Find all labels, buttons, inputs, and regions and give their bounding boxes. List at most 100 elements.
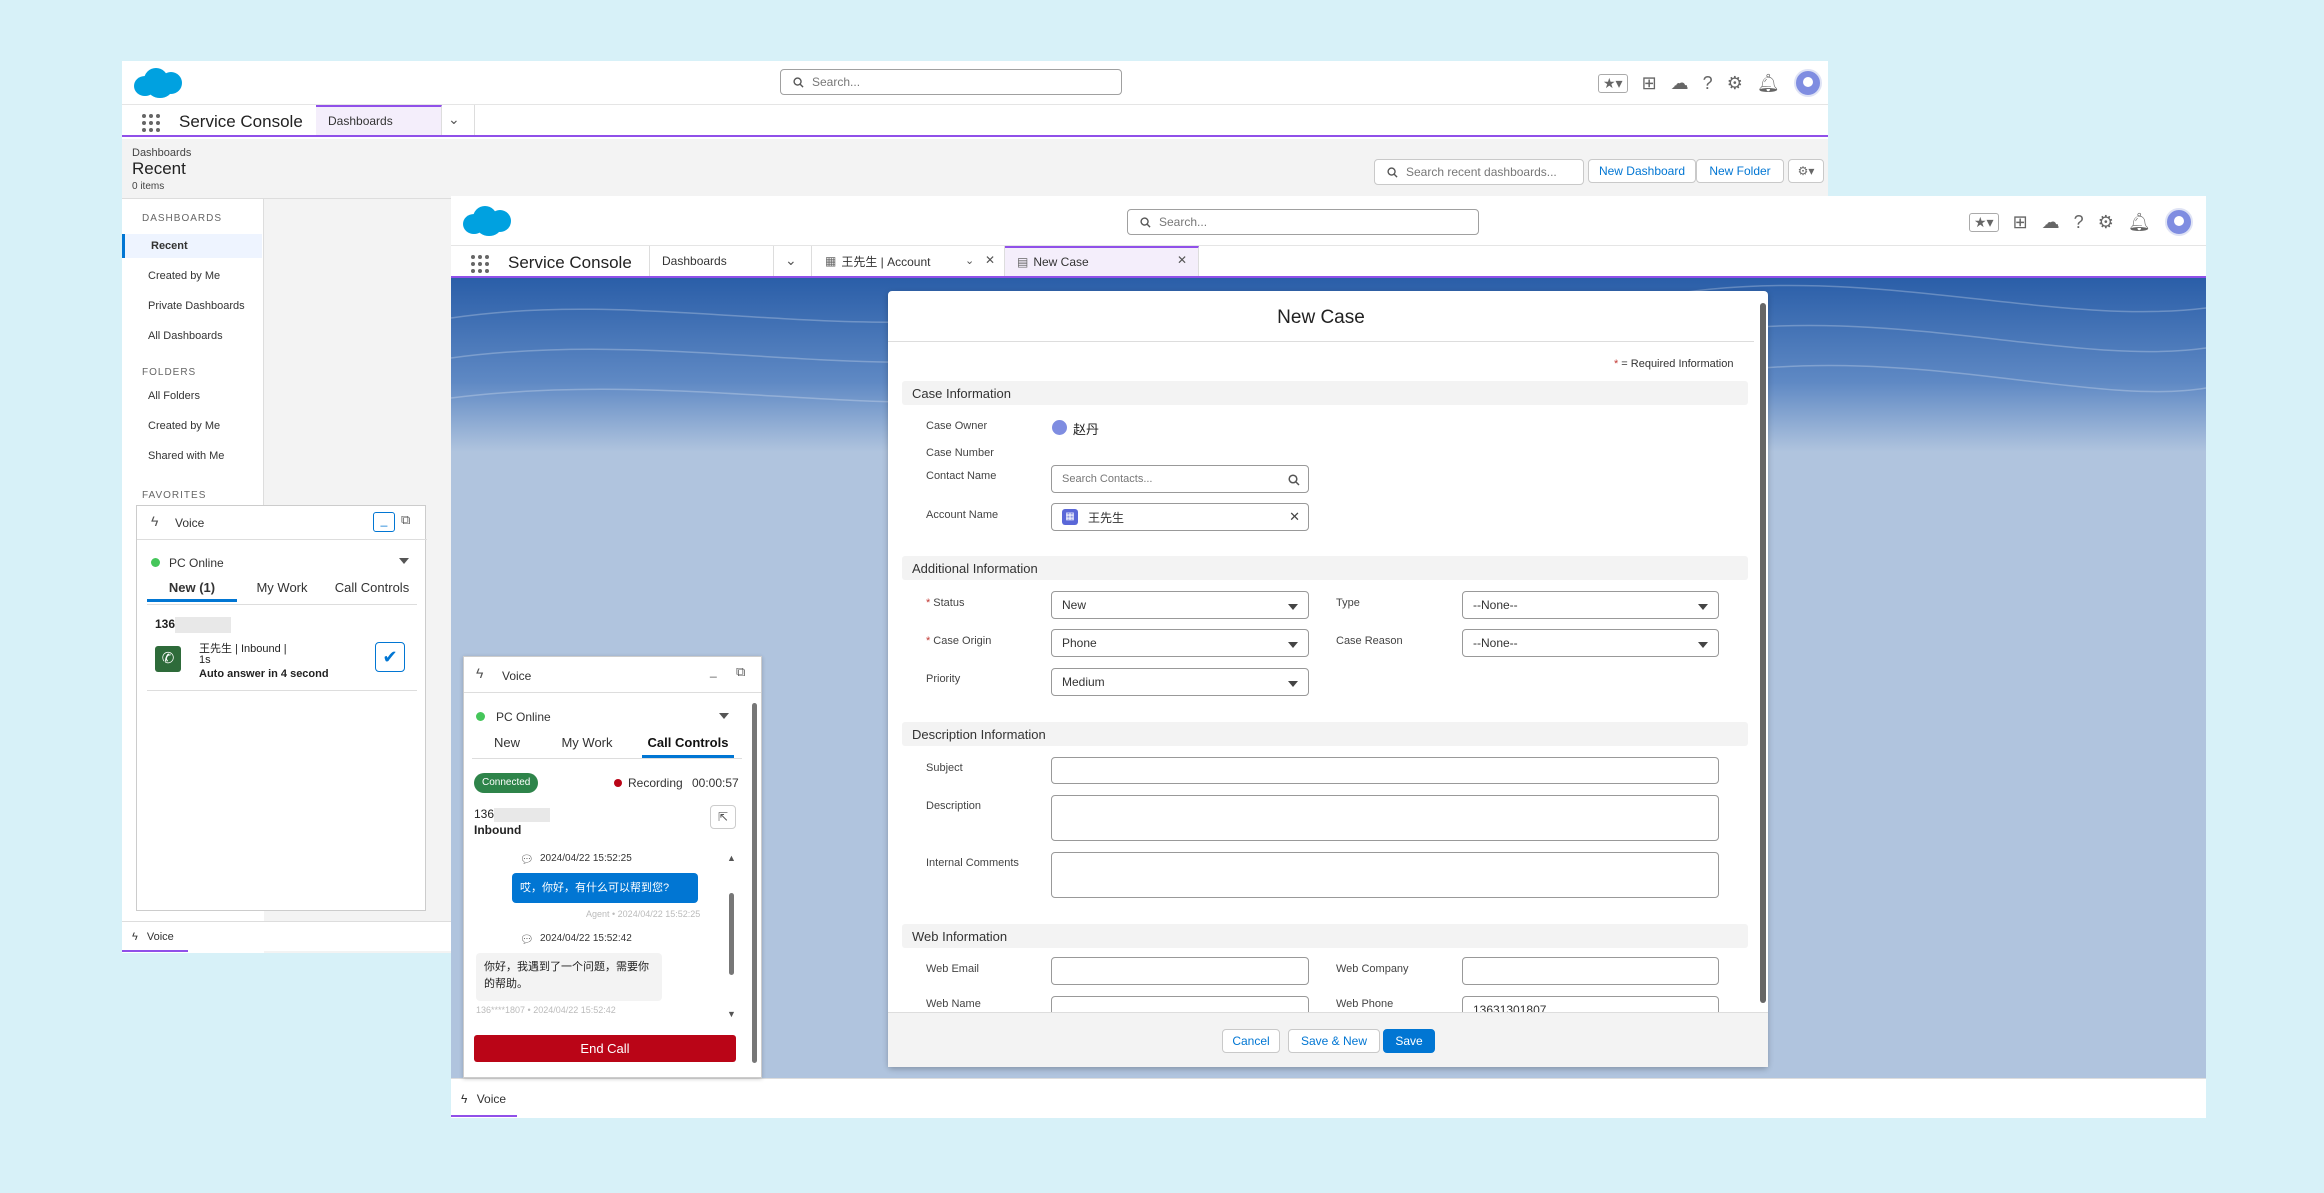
modal-title: New Case bbox=[1277, 307, 1365, 328]
popout-icon[interactable]: ⧉ bbox=[401, 512, 410, 528]
trailhead-icon[interactable]: ☁ bbox=[1671, 73, 1689, 94]
transfer-button[interactable]: ⇱ bbox=[710, 805, 736, 829]
new-folder-button[interactable]: New Folder bbox=[1696, 159, 1784, 183]
contact-search-input[interactable]: Search Contacts... bbox=[1051, 465, 1309, 493]
breadcrumb[interactable]: Dashboards bbox=[132, 147, 191, 159]
tab-account[interactable]: ▦ 王先生 | Account bbox=[813, 246, 1005, 276]
tab-my-work[interactable]: My Work bbox=[542, 735, 632, 750]
tab-new[interactable]: New (1) bbox=[147, 580, 237, 602]
tab-dashboards[interactable]: Dashboards bbox=[650, 246, 774, 276]
back-nav-bar: Service Console Dashboards ⌄ bbox=[122, 105, 1828, 137]
section-additional-information[interactable]: Additional Information bbox=[902, 556, 1748, 580]
user-avatar[interactable] bbox=[1793, 69, 1822, 97]
case-reason-select[interactable]: --None-- bbox=[1462, 629, 1719, 657]
tab-new-case[interactable]: ▤ New Case bbox=[1005, 246, 1199, 276]
app-launcher-icon[interactable] bbox=[471, 255, 489, 273]
help-icon[interactable]: ? bbox=[2074, 212, 2084, 233]
priority-select[interactable]: Medium bbox=[1051, 668, 1309, 696]
clear-icon[interactable]: ✕ bbox=[1289, 509, 1300, 525]
favorites-star-icon[interactable]: ★▾ bbox=[1598, 73, 1628, 93]
sidebar-item-all-folders[interactable]: All Folders bbox=[122, 384, 262, 408]
new-dashboard-button[interactable]: New Dashboard bbox=[1588, 159, 1696, 183]
settings-gear-button[interactable]: ⚙▾ bbox=[1788, 159, 1824, 183]
popout-icon[interactable]: ⧉ bbox=[736, 664, 745, 680]
case-owner-value[interactable]: 赵丹 bbox=[1073, 419, 1099, 438]
sidebar-item-folders-created-by-me[interactable]: Created by Me bbox=[122, 414, 262, 438]
trailhead-icon[interactable]: ☁ bbox=[2042, 212, 2060, 233]
minimize-icon[interactable]: _ bbox=[710, 664, 717, 678]
front-header: Search... ★▾ ⊞ ☁ ? ⚙ 🔔︎ bbox=[451, 196, 2206, 246]
save-button[interactable]: Save bbox=[1383, 1029, 1435, 1053]
utility-voice-tab[interactable]: ϟ Voice bbox=[451, 1079, 517, 1117]
transcript-scroll-up-icon[interactable]: ▲ bbox=[727, 853, 736, 863]
transcript-scrollbar[interactable] bbox=[729, 893, 734, 975]
auto-answer-text: Auto answer in 4 second bbox=[199, 668, 329, 680]
salesforce-logo[interactable] bbox=[134, 66, 186, 100]
front-nav-bar: Service Console Dashboards ⌄ ▦ 王先生 | Acco… bbox=[451, 246, 2206, 278]
panel-scrollbar[interactable] bbox=[752, 703, 757, 1063]
transcript-scroll-down-icon[interactable]: ▼ bbox=[727, 1009, 736, 1019]
tab-dashboards[interactable]: Dashboards bbox=[316, 105, 442, 135]
internal-comments-textarea[interactable] bbox=[1051, 852, 1719, 898]
search-icon bbox=[1288, 474, 1300, 486]
tab-call-controls[interactable]: Call Controls bbox=[327, 580, 417, 595]
setup-gear-icon[interactable]: ⚙ bbox=[1727, 73, 1743, 94]
web-email-input[interactable] bbox=[1051, 957, 1309, 985]
chat-bubble-icon: 💬︎ bbox=[520, 854, 534, 866]
tab-new[interactable]: New bbox=[472, 735, 542, 750]
salesforce-logo[interactable] bbox=[463, 204, 515, 238]
type-select[interactable]: --None-- bbox=[1462, 591, 1719, 619]
end-call-button[interactable]: End Call bbox=[474, 1035, 736, 1062]
section-description-information[interactable]: Description Information bbox=[902, 722, 1748, 746]
case-origin-select[interactable]: Phone bbox=[1051, 629, 1309, 657]
sidebar-item-all-dashboards[interactable]: All Dashboards bbox=[122, 324, 262, 348]
close-icon[interactable]: ✕ bbox=[1177, 253, 1187, 267]
web-name-input[interactable] bbox=[1051, 996, 1309, 1012]
web-company-input[interactable] bbox=[1462, 957, 1719, 985]
setup-gear-icon[interactable]: ⚙ bbox=[2098, 212, 2114, 233]
sidebar-item-label: Shared with Me bbox=[148, 450, 225, 462]
notifications-bell-icon[interactable]: 🔔︎ bbox=[2128, 212, 2151, 233]
label-case-origin-text: Case Origin bbox=[933, 635, 992, 647]
sidebar-item-created-by-me[interactable]: Created by Me bbox=[122, 264, 262, 288]
description-textarea[interactable] bbox=[1051, 795, 1719, 841]
save-and-new-button[interactable]: Save & New bbox=[1288, 1029, 1380, 1053]
accept-call-button[interactable]: ✔ bbox=[375, 642, 405, 672]
presence-status[interactable]: PC Online bbox=[169, 556, 224, 570]
cancel-button[interactable]: Cancel bbox=[1222, 1029, 1280, 1053]
add-icon[interactable]: ⊞ bbox=[2013, 212, 2028, 233]
sidebar-item-label: All Dashboards bbox=[148, 330, 223, 342]
subject-input[interactable] bbox=[1051, 757, 1719, 784]
sidebar-item-recent[interactable]: Recent bbox=[122, 234, 262, 258]
notifications-bell-icon[interactable]: 🔔︎ bbox=[1757, 73, 1780, 94]
account-name-input[interactable]: ▦ 王先生 ✕ bbox=[1051, 503, 1309, 531]
status-dropdown-icon[interactable] bbox=[719, 713, 729, 719]
tab-call-controls[interactable]: Call Controls bbox=[642, 735, 734, 758]
help-icon[interactable]: ? bbox=[1703, 73, 1713, 94]
app-launcher-icon[interactable] bbox=[142, 114, 160, 132]
favorites-star-icon[interactable]: ★▾ bbox=[1969, 212, 1999, 232]
status-dropdown-icon[interactable] bbox=[399, 558, 409, 564]
call-timer: 00:00:57 bbox=[692, 776, 739, 790]
section-case-information[interactable]: Case Information bbox=[902, 381, 1748, 405]
section-web-information[interactable]: Web Information bbox=[902, 924, 1748, 948]
modal-scrollbar[interactable] bbox=[1760, 303, 1766, 1003]
chevron-down-icon[interactable]: ⌄ bbox=[785, 252, 797, 269]
sidebar-item-shared-with-me[interactable]: Shared with Me bbox=[122, 444, 262, 468]
chevron-down-icon[interactable]: ⌄ bbox=[448, 111, 460, 128]
chevron-down-icon[interactable]: ⌄ bbox=[965, 254, 974, 267]
web-phone-input[interactable]: 13631301807 bbox=[1462, 996, 1719, 1012]
close-icon[interactable]: ✕ bbox=[985, 253, 995, 267]
item-count: 0 items bbox=[132, 181, 165, 192]
global-search-input[interactable]: Search... bbox=[1127, 209, 1479, 235]
minimize-icon[interactable]: _ bbox=[373, 512, 395, 532]
sidebar-item-private-dashboards[interactable]: Private Dashboards bbox=[122, 294, 262, 318]
user-avatar[interactable] bbox=[2164, 208, 2193, 236]
presence-status[interactable]: PC Online bbox=[496, 710, 551, 724]
add-icon[interactable]: ⊞ bbox=[1642, 73, 1657, 94]
global-search-input[interactable]: Search... bbox=[780, 69, 1122, 95]
search-dashboards-input[interactable]: Search recent dashboards... bbox=[1374, 159, 1584, 185]
tab-my-work[interactable]: My Work bbox=[237, 580, 327, 595]
status-select[interactable]: New bbox=[1051, 591, 1309, 619]
utility-voice-tab[interactable]: ϟ Voice bbox=[122, 922, 188, 952]
